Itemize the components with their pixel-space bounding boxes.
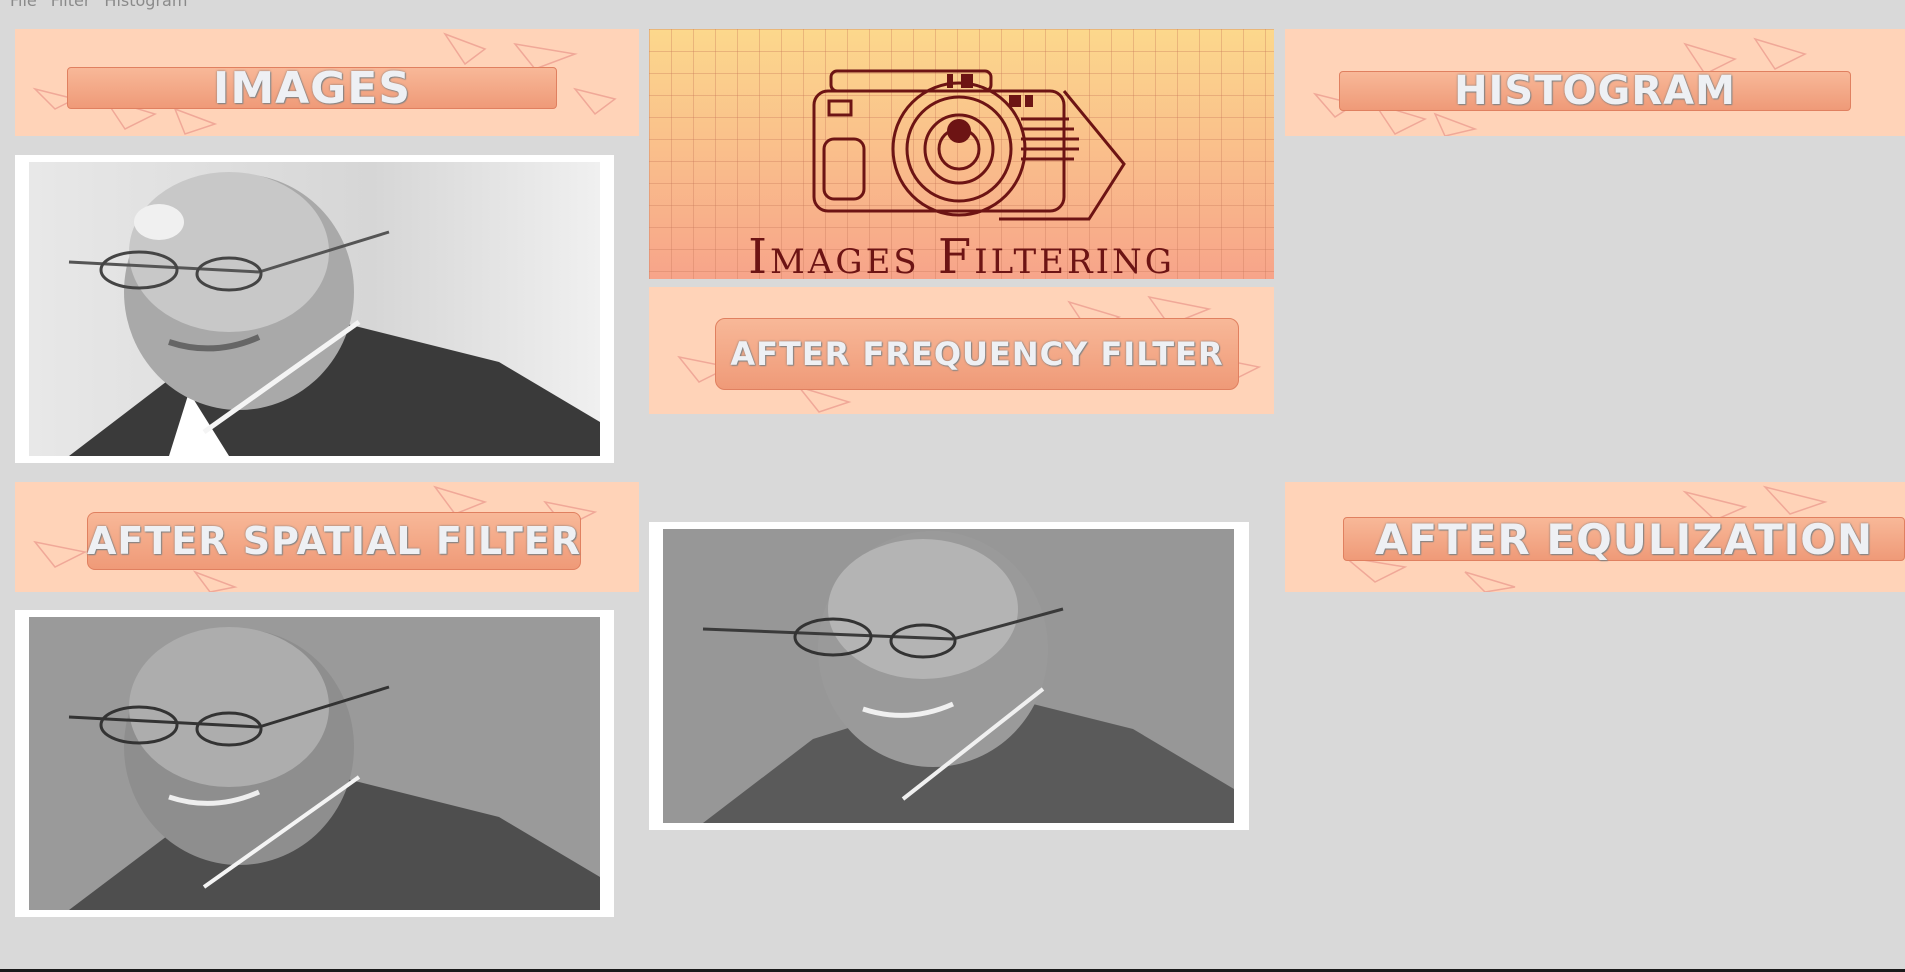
images-label: IMAGES xyxy=(67,63,557,114)
logo-title: Images Filtering xyxy=(748,229,1175,279)
equalization-banner: AFTER EQULIZATION xyxy=(1285,482,1905,592)
frequency-label: AFTER FREQUENCY FILTER xyxy=(715,318,1239,390)
histogram-banner: HISTOGRAM xyxy=(1285,29,1905,136)
equalization-label: AFTER EQULIZATION xyxy=(1343,515,1905,564)
main-window: File Filter Histogram IMAGES Images Filt… xyxy=(0,0,1905,972)
spatial-label: AFTER SPATIAL FILTER xyxy=(87,512,581,570)
spatial-image-frame xyxy=(15,610,614,917)
menu-file[interactable]: File xyxy=(10,0,37,10)
original-image-frame xyxy=(15,155,614,463)
menu-filter[interactable]: Filter xyxy=(51,0,91,10)
images-banner: IMAGES xyxy=(15,29,639,136)
menu-histogram[interactable]: Histogram xyxy=(104,0,187,10)
frequency-banner: AFTER FREQUENCY FILTER xyxy=(649,287,1274,414)
frequency-image-frame xyxy=(649,522,1249,830)
original-image xyxy=(29,162,600,456)
menu-bar: File Filter Histogram xyxy=(0,0,187,10)
histogram-label: HISTOGRAM xyxy=(1339,68,1851,114)
frequency-filtered-image xyxy=(663,529,1234,823)
spatial-banner: AFTER SPATIAL FILTER xyxy=(15,482,639,592)
spatial-filtered-image xyxy=(29,617,600,910)
app-logo: Images Filtering xyxy=(649,29,1274,279)
